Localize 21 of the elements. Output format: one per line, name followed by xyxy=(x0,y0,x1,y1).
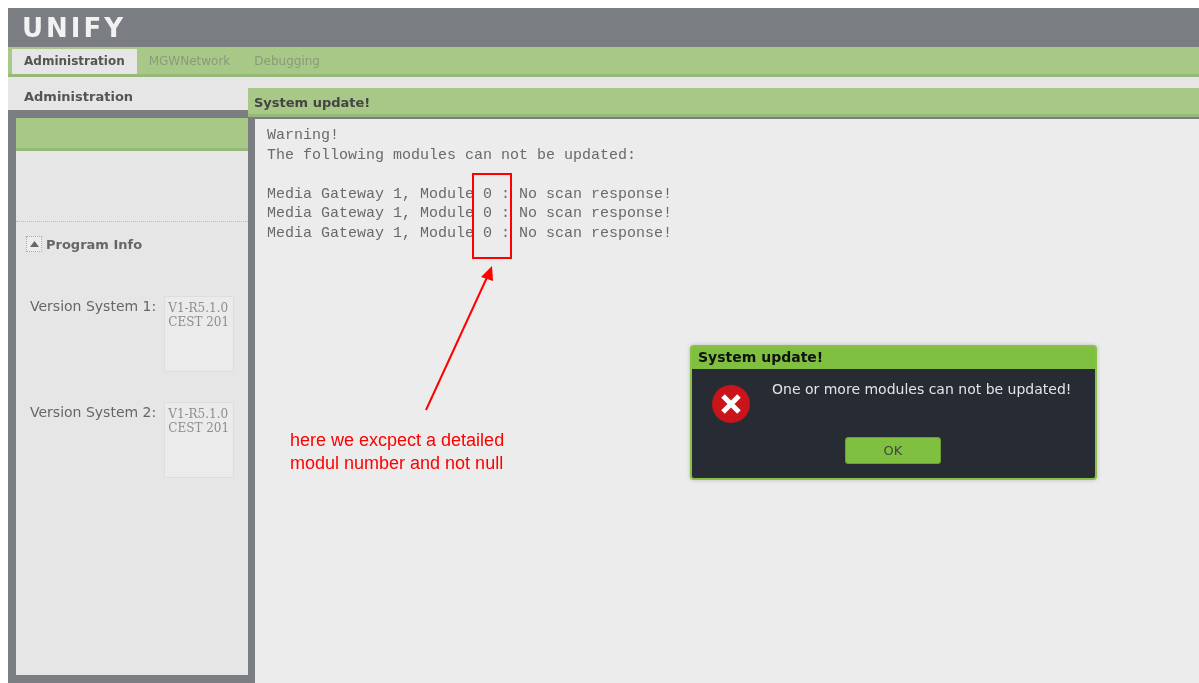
ok-button[interactable]: OK xyxy=(845,437,941,464)
section-title: Program Info xyxy=(46,236,143,252)
message-line: Media Gateway 1, Module 0 : No scan response! xyxy=(267,224,673,242)
field-label: Version System 2: xyxy=(30,403,157,420)
panel-title: Administration xyxy=(23,88,135,106)
tab[interactable]: Administration xyxy=(12,49,137,74)
message-line: Warning! xyxy=(267,127,339,144)
alert-message: One or more modules can not be updated! xyxy=(772,380,1072,397)
collapse-button[interactable] xyxy=(26,236,42,252)
text-field[interactable]: V1-R5.1.0 CEST 201 xyxy=(164,402,235,478)
caret-icon xyxy=(29,241,39,247)
text-field[interactable]: V1-R5.1.0 CEST 201 xyxy=(164,296,235,372)
dialog-title: System update! xyxy=(248,88,1199,117)
field-label: Version System 1: xyxy=(30,297,157,314)
error-icon xyxy=(710,383,752,425)
alert-title: System update! xyxy=(692,347,1095,369)
message-line: Media Gateway 1, Module 0 : No scan response! xyxy=(267,205,673,222)
message-line: Media Gateway 1, Module 0 : No scan response! xyxy=(267,185,673,203)
logo: UNIFY xyxy=(22,12,127,43)
annotation-text: here we excpect a detailed modul number and not null xyxy=(290,429,506,475)
message-line: The following modules can not be updated: xyxy=(267,146,637,164)
